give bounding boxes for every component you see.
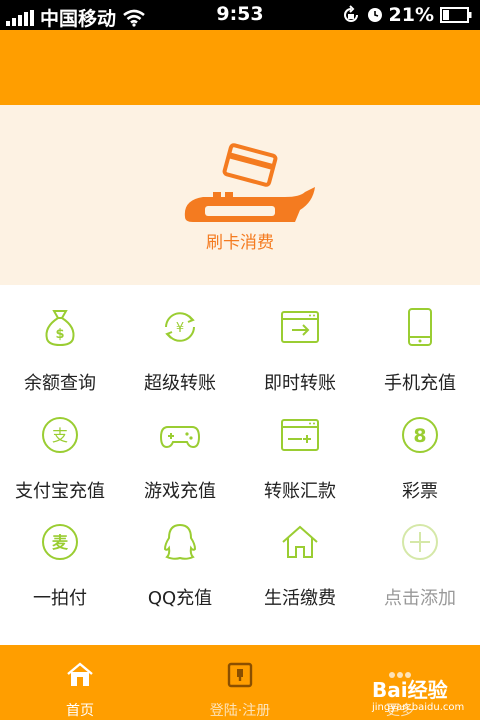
lottery-ball-icon: 8 xyxy=(402,417,438,453)
grid-item-label: 点击添加 xyxy=(384,588,456,609)
grid-item-remittance[interactable]: 转账汇款 xyxy=(240,393,360,505)
grid-item-qq-topup[interactable]: QQ充值 xyxy=(120,500,240,612)
tab-label: 首页 xyxy=(66,703,94,719)
grid-item-game-topup[interactable]: 游戏充值 xyxy=(120,393,240,505)
tab-label: 登陆·注册 xyxy=(209,703,271,719)
grid-item-mobile-topup[interactable]: 手机充值 xyxy=(360,285,480,397)
svg-text:支: 支 xyxy=(52,426,68,445)
app-header xyxy=(0,30,480,105)
grid-item-add[interactable]: 点击添加 xyxy=(360,500,480,612)
watermark-logo: Bai经验 xyxy=(372,678,448,702)
grid-item-label: 生活缴费 xyxy=(264,588,336,609)
grid-item-label: 超级转账 xyxy=(144,373,216,394)
house-icon xyxy=(282,525,318,558)
tab-home[interactable]: 首页 xyxy=(0,645,160,720)
alipay-icon: 支 xyxy=(42,417,78,453)
window-transfer-icon xyxy=(281,419,319,451)
status-right: 21% xyxy=(341,4,472,26)
yuan-cycle-icon: ¥ xyxy=(165,312,195,342)
grid-item-utility-payment[interactable]: 生活缴费 xyxy=(240,500,360,612)
status-bar: 中国移动 9:53 21% xyxy=(0,0,480,30)
mobile-phone-icon xyxy=(408,308,432,346)
grid-item-instant-transfer[interactable]: 即时转账 xyxy=(240,285,360,397)
qq-penguin-icon xyxy=(163,523,197,560)
grid-item-balance[interactable]: $ 余额查询 xyxy=(0,285,120,397)
function-grid: $ 余额查询 ¥ 超级转账 即时转账 手机充值 支 支付宝充值 游戏充值 转账汇… xyxy=(0,285,480,645)
tab-login-register[interactable]: 登陆·注册 xyxy=(160,645,320,720)
login-door-icon xyxy=(227,662,253,688)
grid-item-lottery[interactable]: 8 彩票 xyxy=(360,393,480,505)
gamepad-icon xyxy=(160,426,200,449)
alarm-icon xyxy=(367,8,382,22)
rotation-lock-icon xyxy=(343,5,358,22)
home-icon xyxy=(67,662,93,686)
svg-text:$: $ xyxy=(55,327,64,342)
baidu-watermark: Bai经验 jingyan.baidu.com xyxy=(372,664,480,720)
grid-item-label: 余额查询 xyxy=(24,373,96,394)
add-icon xyxy=(402,524,438,560)
grid-item-alipay[interactable]: 支 支付宝充值 xyxy=(0,393,120,505)
battery-percent: 21% xyxy=(388,4,434,26)
card-swipe-banner[interactable]: 刷卡消费 xyxy=(0,105,480,285)
svg-text:麦: 麦 xyxy=(52,533,69,552)
scan-pay-icon: 麦 xyxy=(42,524,78,560)
money-bag-icon: $ xyxy=(45,310,75,347)
svg-text:8: 8 xyxy=(413,425,426,447)
banner-caption: 刷卡消费 xyxy=(206,233,274,253)
grid-item-label: 手机充值 xyxy=(384,373,456,394)
battery-icon xyxy=(440,7,472,23)
window-arrow-icon xyxy=(281,311,319,343)
watermark-url: jingyan.baidu.com xyxy=(372,702,465,713)
grid-item-scan-pay[interactable]: 麦 一拍付 xyxy=(0,500,120,612)
svg-text:¥: ¥ xyxy=(176,321,184,336)
grid-item-label: 即时转账 xyxy=(264,373,336,394)
grid-item-label: QQ充值 xyxy=(147,588,213,609)
card-swipe-terminal-icon xyxy=(184,143,315,222)
grid-item-super-transfer[interactable]: ¥ 超级转账 xyxy=(120,285,240,397)
grid-item-label: 一拍付 xyxy=(33,588,87,609)
